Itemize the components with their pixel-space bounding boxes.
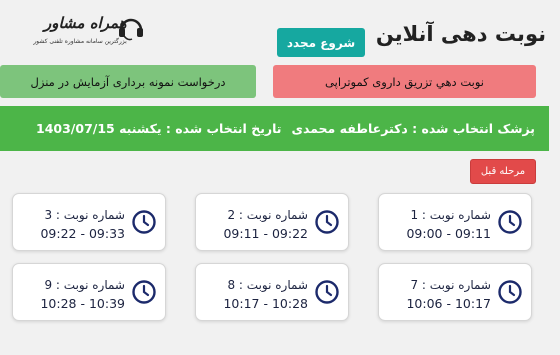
time-slot[interactable]: شماره نوبت : 1 09:00 - 09:11 xyxy=(378,193,532,251)
home-sampling-button[interactable]: درخواست نمونه برداری آزمايش در منزل xyxy=(0,65,256,98)
slot-number: شماره نوبت : 9 xyxy=(44,278,125,292)
logo-text: همراه مشاور xyxy=(44,14,127,32)
chemo-service-button[interactable]: نوبت دهي تزريق داروی کموتراپی xyxy=(273,65,536,98)
header: نوبت دهی آنلاین شروع مجدد همراه مشاور بز… xyxy=(0,0,560,62)
selection-info-bar: پزشک انتخاب شده : دکترعاطفه محمدی تاريخ … xyxy=(0,106,549,151)
time-slot[interactable]: شماره نوبت : 7 10:06 - 10:17 xyxy=(378,263,532,321)
time-slot[interactable]: شماره نوبت : 9 10:28 - 10:39 xyxy=(12,263,166,321)
slot-time: 09:00 - 09:11 xyxy=(406,226,491,241)
slot-time: 10:06 - 10:17 xyxy=(406,296,491,311)
slot-time: 09:11 - 09:22 xyxy=(223,226,308,241)
slot-time: 10:28 - 10:39 xyxy=(40,296,125,311)
time-slot[interactable]: شماره نوبت : 8 10:17 - 10:28 xyxy=(195,263,349,321)
page-title: نوبت دهی آنلاین xyxy=(375,22,546,46)
slot-number: شماره نوبت : 1 xyxy=(410,208,491,222)
headset-icon xyxy=(119,18,143,41)
slot-number: شماره نوبت : 2 xyxy=(227,208,308,222)
slot-number: شماره نوبت : 3 xyxy=(44,208,125,222)
logo[interactable]: همراه مشاور بزرگترین سامانه مشاوره تلفنی… xyxy=(20,12,146,56)
clock-icon xyxy=(498,280,522,304)
clock-icon xyxy=(132,210,156,234)
clock-icon xyxy=(132,280,156,304)
slot-time: 09:22 - 09:33 xyxy=(40,226,125,241)
restart-button[interactable]: شروع مجدد xyxy=(277,28,365,57)
selected-date: تاريخ انتخاب شده : يکشنبه 1403/07/15 xyxy=(36,121,282,136)
previous-step-button[interactable]: مرحله قبل xyxy=(470,159,536,184)
time-slot[interactable]: شماره نوبت : 3 09:22 - 09:33 xyxy=(12,193,166,251)
selected-doctor: پزشک انتخاب شده : دکترعاطفه محمدی xyxy=(291,121,535,136)
time-slot[interactable]: شماره نوبت : 2 09:11 - 09:22 xyxy=(195,193,349,251)
clock-icon xyxy=(315,280,339,304)
clock-icon xyxy=(315,210,339,234)
slot-number: شماره نوبت : 8 xyxy=(227,278,308,292)
slot-number: شماره نوبت : 7 xyxy=(410,278,491,292)
slot-time: 10:17 - 10:28 xyxy=(223,296,308,311)
clock-icon xyxy=(498,210,522,234)
